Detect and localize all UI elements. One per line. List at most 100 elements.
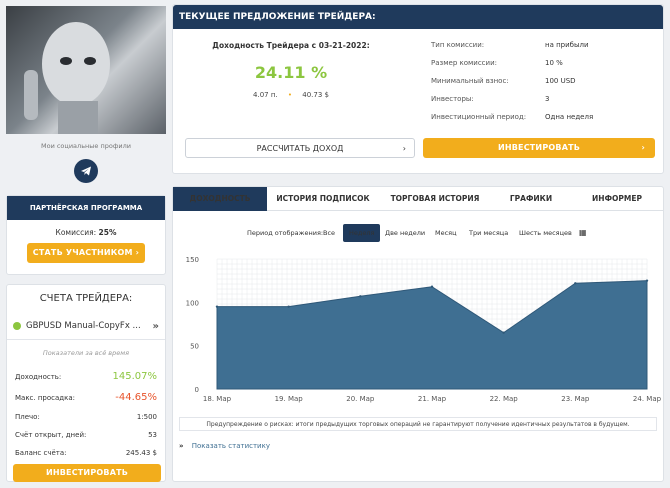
commission-value: 25% — [98, 228, 117, 237]
data-point — [645, 279, 649, 282]
chevron-right-icon: › — [402, 144, 406, 153]
stat-label: Счёт открыт, дней: — [15, 431, 87, 439]
stat-value: 1:500 — [136, 413, 157, 421]
x-tick-label: 21. Мар — [418, 395, 447, 403]
yield-value: 24.11 % — [254, 63, 328, 82]
avatar — [6, 6, 166, 134]
detail-value: Одна неделя — [545, 113, 594, 121]
offer-invest-button[interactable]: ИНВЕСТИРОВАТЬ › — [423, 138, 655, 158]
stat-row-leverage: Плечо: 1:500 — [15, 413, 157, 421]
period-month[interactable]: Месяц — [431, 224, 461, 242]
data-point — [215, 305, 219, 308]
calendar-icon[interactable]: ▦ — [575, 224, 591, 242]
stat-value: 145.07% — [112, 371, 158, 382]
double-chevron-icon: » — [179, 442, 184, 450]
y-tick-label: 50 — [190, 343, 199, 351]
stat-label: Баланс счёта: — [15, 449, 67, 457]
dot-separator: • — [287, 91, 293, 99]
calc-label: РАССЧИТАТЬ ДОХОД — [256, 144, 344, 153]
detail-row: Инвестиционный период: Одна неделя — [423, 113, 659, 123]
invest-label: ИНВЕСТИРОВАТЬ — [497, 143, 581, 152]
points-value: 4.07 п. — [253, 91, 278, 99]
y-tick-label: 150 — [186, 256, 199, 264]
tab-charts[interactable]: ГРАФИКИ — [491, 187, 571, 211]
offer-card: ТЕКУЩЕЕ ПРЕДЛОЖЕНИЕ ТРЕЙДЕРА: Доходность… — [172, 4, 664, 174]
stat-row-balance: Баланс счёта: 245.43 $ — [15, 449, 157, 457]
account-select[interactable]: GBPUSD Manual-CopyFx ... » — [13, 318, 159, 334]
detail-label: Инвесторы: — [431, 95, 474, 103]
x-tick-label: 20. Мар — [346, 395, 375, 403]
period-three-months[interactable]: Три месяца — [465, 224, 512, 242]
telegram-icon[interactable] — [74, 159, 98, 183]
show-statistics-link[interactable]: » Показать статистику — [179, 442, 270, 450]
performance-card: ДОХОДНОСТЬ ИСТОРИЯ ПОДПИСОК ТОРГОВАЯ ИСТ… — [172, 186, 664, 482]
stat-label: Доходность: — [15, 372, 62, 381]
stat-row-yield: Доходность: 145.07% — [15, 371, 157, 382]
period-week[interactable]: Неделя — [343, 224, 381, 242]
y-tick-label: 100 — [186, 299, 199, 307]
detail-label: Размер комиссии: — [431, 59, 497, 67]
account-name: GBPUSD Manual-CopyFx ... — [26, 321, 141, 331]
x-tick-label: 22. Мар — [490, 395, 519, 403]
detail-value: на прибыли — [545, 41, 589, 49]
accounts-subtitle: Показатели за всё время — [42, 349, 130, 357]
commission-label: Комиссия: — [55, 228, 97, 237]
chevron-right-icon: › — [641, 143, 645, 152]
tab-subscriptions[interactable]: ИСТОРИЯ ПОДПИСОК — [267, 187, 379, 211]
stat-row-drawdown: Макс. просадка: -44.65% — [15, 392, 157, 403]
risk-warning: Предупреждение о рисках: итоги предыдущи… — [179, 417, 657, 431]
period-six-months[interactable]: Шесть месяцев — [515, 224, 576, 242]
chevron-right-icon: » — [152, 320, 159, 332]
detail-row: Тип комиссии: на прибыли — [423, 41, 659, 51]
data-point — [574, 282, 577, 285]
partner-title: ПАРТНЁРСКАЯ ПРОГРАММА — [7, 196, 165, 220]
tab-bar: ДОХОДНОСТЬ ИСТОРИЯ ПОДПИСОК ТОРГОВАЯ ИСТ… — [173, 187, 663, 211]
partner-program-card: ПАРТНЁРСКАЯ ПРОГРАММА Комиссия: 25% СТАТ… — [6, 195, 166, 275]
period-all[interactable]: Все — [319, 224, 339, 242]
trader-accounts-card: СЧЕТА ТРЕЙДЕРА: GBPUSD Manual-CopyFx ...… — [6, 284, 166, 482]
robot-portrait — [24, 22, 110, 134]
data-point — [430, 285, 434, 288]
tab-yield[interactable]: ДОХОДНОСТЬ — [173, 187, 267, 211]
detail-value: 10 % — [545, 59, 563, 67]
account-invest-button[interactable]: ИНВЕСТИРОВАТЬ — [13, 464, 161, 482]
dollars-value: 40.73 $ — [302, 91, 329, 99]
calculate-income-button[interactable]: РАССЧИТАТЬ ДОХОД › — [185, 138, 415, 158]
detail-label: Инвестиционный период: — [431, 113, 527, 121]
divider — [7, 339, 165, 340]
become-partner-button[interactable]: СТАТЬ УЧАСТНИКОМ › — [27, 243, 145, 263]
period-label: Период отображения: — [247, 229, 324, 237]
data-point — [502, 331, 505, 334]
detail-value: 3 — [545, 95, 550, 103]
stat-label: Макс. просадка: — [15, 393, 76, 402]
data-point — [359, 295, 362, 298]
commission: Комиссия: 25% — [7, 228, 165, 237]
stat-label: Плечо: — [15, 413, 40, 421]
status-dot — [13, 322, 21, 330]
tab-informer[interactable]: ИНФОРМЕР — [571, 187, 663, 211]
detail-label: Минимальный взнос: — [431, 77, 509, 85]
series-area — [216, 280, 648, 390]
tab-trade-history[interactable]: ТОРГОВАЯ ИСТОРИЯ — [379, 187, 491, 211]
x-tick-label: 24. Мар — [633, 395, 662, 403]
y-tick-label: 0 — [195, 386, 199, 394]
yield-extra: 4.07 п. • 40.73 $ — [173, 91, 409, 99]
offer-title: ТЕКУЩЕЕ ПРЕДЛОЖЕНИЕ ТРЕЙДЕРА: — [173, 5, 663, 29]
yield-label: Доходность Трейдера с 03-21-2022: — [212, 41, 370, 50]
detail-row: Минимальный взнос: 100 USD — [423, 77, 659, 87]
stat-value: -44.65% — [115, 392, 157, 403]
show-statistics-label: Показать статистику — [191, 442, 270, 450]
detail-row: Размер комиссии: 10 % — [423, 59, 659, 69]
x-tick-label: 18. Мар — [203, 395, 232, 403]
stat-row-days: Счёт открыт, дней: 53 — [15, 431, 157, 439]
detail-label: Тип комиссии: — [431, 41, 485, 49]
x-tick-label: 23. Мар — [561, 395, 590, 403]
accounts-title: СЧЕТА ТРЕЙДЕРА: — [39, 293, 133, 304]
x-tick-label: 19. Мар — [275, 395, 304, 403]
detail-value: 100 USD — [545, 77, 576, 85]
stat-value: 53 — [148, 431, 157, 439]
period-two-weeks[interactable]: Две недели — [381, 224, 429, 242]
yield-chart: 0 50 100 150 18. Мар 19. Мар 20. Мар 21. Мар 22.… — [186, 256, 662, 403]
data-point — [287, 305, 290, 308]
detail-row: Инвесторы: 3 — [423, 95, 659, 105]
